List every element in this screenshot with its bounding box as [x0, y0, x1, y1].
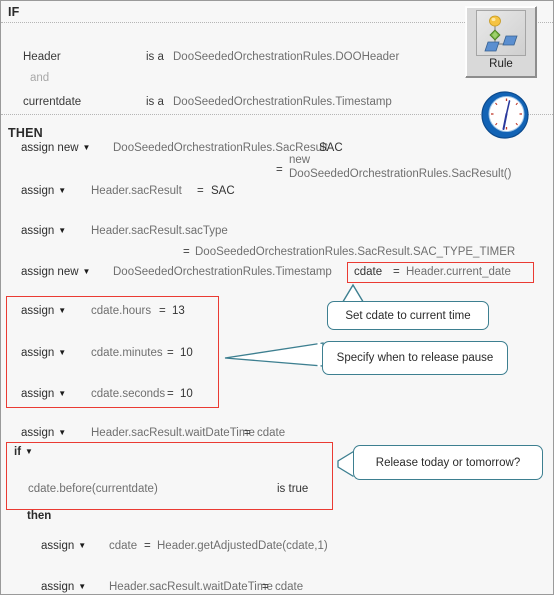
callout-set-cdate[interactable]: Set cdate to current time — [327, 301, 489, 330]
action-equals-3: = — [183, 246, 190, 258]
action-target-8[interactable]: Header.sacResult.waitDateTime — [91, 427, 255, 439]
action-target-7[interactable]: cdate.seconds — [91, 388, 165, 400]
chevron-down-icon: ▼ — [82, 267, 91, 276]
if-condition-type[interactable]: DooSeededOrchestrationRules.DOOHeader — [173, 51, 399, 63]
chevron-down-icon: ▼ — [25, 447, 33, 456]
rule-palette-button[interactable]: Rule — [465, 6, 537, 78]
nested-action-target-1[interactable]: cdate — [109, 540, 137, 552]
chevron-down-icon: ▼ — [58, 389, 67, 398]
action-op-assign-2[interactable]: assign ▼ — [21, 185, 66, 197]
action-equals-5: = — [159, 305, 166, 317]
if-condition-relation-2: is a — [146, 96, 164, 108]
action-equals-8: = — [244, 427, 251, 439]
section-divider-middle — [1, 114, 553, 115]
action-value-1-line1[interactable]: new — [289, 154, 310, 166]
action-value-6[interactable]: 10 — [180, 347, 193, 359]
action-equals-2: = — [197, 185, 204, 197]
action-op-assign-7[interactable]: assign ▼ — [21, 388, 66, 400]
rule-button-label: Rule — [489, 58, 513, 70]
then-section-label: THEN — [8, 126, 43, 140]
action-op-assign-new-4[interactable]: assign new ▼ — [21, 266, 90, 278]
chevron-down-icon: ▼ — [58, 428, 67, 437]
nested-action-value-1[interactable]: Header.getAdjustedDate(cdate,1) — [157, 540, 328, 552]
chevron-down-icon: ▼ — [58, 306, 67, 315]
op-label: assign — [21, 305, 55, 317]
action-target-5[interactable]: cdate.hours — [91, 305, 151, 317]
action-type-4[interactable]: DooSeededOrchestrationRules.Timestamp — [113, 266, 332, 278]
action-value-1-line2[interactable]: DooSeededOrchestrationRules.SacResult() — [289, 168, 511, 180]
if-condition-type-2[interactable]: DooSeededOrchestrationRules.Timestamp — [173, 96, 392, 108]
action-value-5[interactable]: 13 — [172, 305, 185, 317]
nested-then-label: then — [27, 510, 52, 522]
op-label: assign — [21, 427, 55, 439]
chevron-down-icon: ▼ — [78, 582, 87, 591]
action-op-assign-3[interactable]: assign ▼ — [21, 225, 66, 237]
if-condition-variable-2[interactable]: currentdate — [23, 96, 81, 108]
action-op-assign-new-1[interactable]: assign new ▼ — [21, 142, 90, 154]
action-value-2[interactable]: SAC — [211, 185, 235, 197]
op-label: assign — [41, 540, 75, 552]
nested-action-target-2[interactable]: Header.sacResult.waitDateTime — [109, 581, 273, 593]
chevron-down-icon: ▼ — [58, 226, 67, 235]
op-label: assign — [41, 581, 75, 593]
op-label: assign — [21, 225, 55, 237]
if-condition-variable[interactable]: Header — [23, 51, 61, 63]
if-condition-relation: is a — [146, 51, 164, 63]
chevron-down-icon: ▼ — [58, 348, 67, 357]
nested-if-op[interactable]: if ▼ — [14, 446, 33, 458]
clock-icon — [479, 89, 531, 141]
if-conjunction[interactable]: and — [30, 72, 49, 84]
chevron-down-icon: ▼ — [58, 186, 67, 195]
action-target-6[interactable]: cdate.minutes — [91, 347, 163, 359]
op-label: assign new — [21, 142, 79, 154]
chevron-down-icon: ▼ — [82, 143, 91, 152]
nested-action-equals-1: = — [144, 540, 151, 552]
action-var-4[interactable]: cdate — [354, 266, 382, 278]
action-target-2[interactable]: Header.sacResult — [91, 185, 182, 197]
nested-if-test[interactable]: cdate.before(currentdate) — [28, 483, 158, 495]
action-equals-4: = — [393, 266, 400, 278]
action-op-assign-6[interactable]: assign ▼ — [21, 347, 66, 359]
action-equals-7: = — [167, 388, 174, 400]
action-value-8[interactable]: cdate — [257, 427, 285, 439]
if-section-label: IF — [8, 5, 20, 19]
callout-2-pointer — [224, 342, 324, 367]
action-target-3[interactable]: Header.sacResult.sacType — [91, 225, 228, 237]
action-equals-6: = — [167, 347, 174, 359]
op-label: assign — [21, 347, 55, 359]
op-label: assign — [21, 185, 55, 197]
action-var-1[interactable]: SAC — [319, 142, 343, 154]
nested-action-op-1[interactable]: assign ▼ — [41, 540, 86, 552]
highlight-box-nested-if — [6, 442, 333, 510]
nested-action-equals-2: = — [262, 581, 269, 593]
rule-editor-canvas: IF Header is a DooSeededOrchestrationRul… — [0, 0, 554, 595]
op-label: assign — [21, 388, 55, 400]
op-label: assign new — [21, 266, 79, 278]
action-equals-1: = — [276, 164, 283, 176]
callout-specify-release[interactable]: Specify when to release pause — [322, 341, 508, 375]
action-value-7[interactable]: 10 — [180, 388, 193, 400]
chevron-down-icon: ▼ — [78, 541, 87, 550]
action-value-4[interactable]: Header.current_date — [406, 266, 511, 278]
nested-if-test-result[interactable]: is true — [277, 483, 308, 495]
nested-action-op-2[interactable]: assign ▼ — [41, 581, 86, 593]
action-value-3[interactable]: DooSeededOrchestrationRules.SacResult.SA… — [195, 246, 515, 258]
action-op-assign-5[interactable]: assign ▼ — [21, 305, 66, 317]
op-label: if — [14, 446, 22, 458]
action-type-1[interactable]: DooSeededOrchestrationRules.SacResult — [113, 142, 328, 154]
nested-action-value-2[interactable]: cdate — [275, 581, 303, 593]
action-op-assign-8[interactable]: assign ▼ — [21, 427, 66, 439]
rule-tree-icon — [476, 10, 526, 56]
callout-release-today[interactable]: Release today or tomorrow? — [353, 445, 543, 480]
